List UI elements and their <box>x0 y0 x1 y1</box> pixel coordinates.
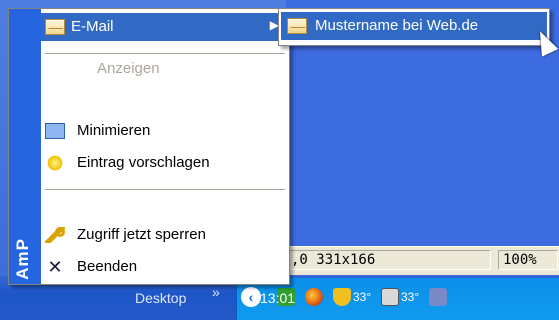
menu-item-email[interactable]: E-Mail ▶ <box>41 13 289 41</box>
menu-item-zugriff-sperren[interactable]: Zugriff jetzt sperren <box>41 221 289 249</box>
toolbar-chevron[interactable]: » <box>212 284 220 300</box>
taskbar-clock[interactable]: 13:01 <box>260 290 295 306</box>
status-dimensions: ,0 331x166 <box>288 250 491 270</box>
menu-item-eintrag-vorschlagen[interactable]: Eintrag vorschlagen <box>41 149 289 177</box>
email-submenu: Mustername bei Web.de <box>278 8 550 46</box>
tray-context-menu: AmP E-Mail ▶ Anzeigen Minimieren Eintrag… <box>8 8 290 285</box>
submenu-item-account[interactable]: Mustername bei Web.de <box>281 12 547 40</box>
security-shield-icon[interactable] <box>333 288 351 306</box>
desktop-toolbar-label[interactable]: Desktop <box>135 290 186 306</box>
submenu-item-label: Mustername bei Web.de <box>315 17 479 34</box>
menu-item-anzeigen: Anzeigen <box>41 55 289 83</box>
envelope-icon <box>45 19 65 35</box>
window-icon <box>45 123 65 139</box>
status-zoom: 100% <box>498 250 558 270</box>
menu-item-label: Zugriff jetzt sperren <box>77 226 206 243</box>
envelope-icon <box>287 18 307 34</box>
monitor-tray-icon[interactable] <box>381 288 399 306</box>
status-bar: ,0 331x166 100% <box>286 246 559 275</box>
menu-item-label: Eintrag vorschlagen <box>77 154 210 171</box>
menu-item-minimieren[interactable]: Minimieren <box>41 117 289 145</box>
close-icon: ✕ <box>47 257 63 277</box>
menu-item-label: Beenden <box>77 258 138 275</box>
key-icon <box>45 227 65 243</box>
menu-separator <box>45 189 285 190</box>
menu-item-label: E-Mail <box>71 18 114 35</box>
menu-sidebar-label: AmP <box>13 238 32 280</box>
lightbulb-icon <box>45 155 65 171</box>
menu-item-label: Minimieren <box>77 122 151 139</box>
firefox-tray-icon[interactable] <box>305 288 323 306</box>
temperature-readout-2[interactable]: 33° <box>401 290 419 304</box>
menu-item-label: Anzeigen <box>97 60 160 77</box>
network-computers-icon[interactable] <box>429 288 447 306</box>
temperature-readout[interactable]: 33° <box>353 290 371 304</box>
tray-collapse-icon[interactable]: ‹ <box>241 287 261 307</box>
menu-separator <box>45 53 285 54</box>
menu-sidebar: AmP <box>9 9 41 284</box>
menu-item-beenden[interactable]: ✕ Beenden <box>41 253 289 281</box>
